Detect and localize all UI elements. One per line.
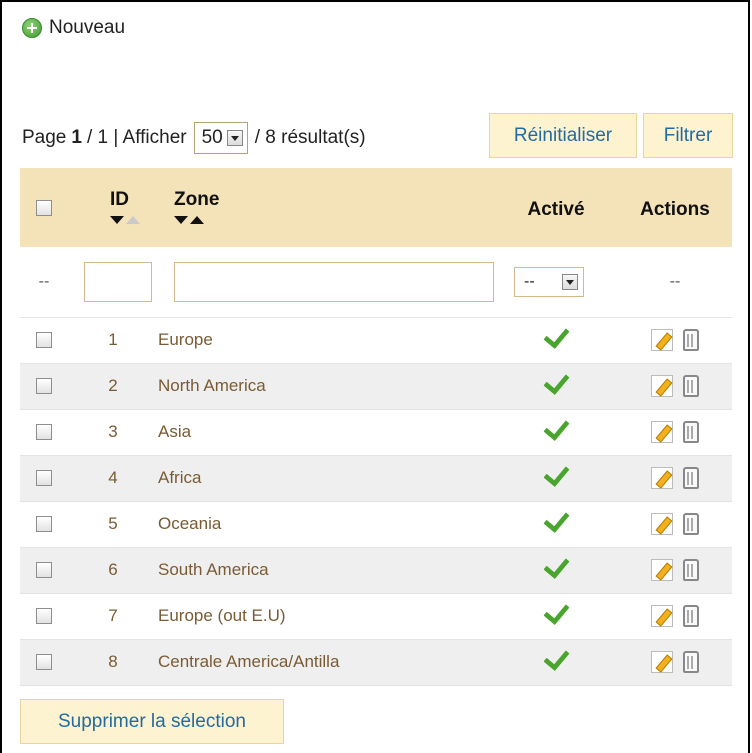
row-zone[interactable]: Africa [158,455,494,501]
checkmark-icon[interactable] [542,551,570,580]
checkmark-icon[interactable] [542,367,570,396]
header-select-all-cell [20,168,68,247]
row-id: 3 [108,422,118,441]
row-checkbox[interactable] [36,654,52,670]
row-zone[interactable]: Oceania [158,501,494,547]
row-id: 1 [108,330,118,349]
header-zone: Zone [158,168,494,247]
id-filter-input[interactable] [84,261,152,302]
chevron-down-icon[interactable] [226,130,243,146]
row-checkbox[interactable] [36,332,52,348]
pencil-icon[interactable] [651,467,673,489]
zones-table: ID Zone Activé Actions -- -- -- 1 Europe… [20,168,732,686]
row-id: 5 [108,514,118,533]
table-row[interactable]: 2 North America [20,363,732,409]
sort-asc-icon[interactable] [126,216,140,224]
table-row[interactable]: 6 South America [20,547,732,593]
filter-actions-placeholder: -- [669,272,681,290]
trash-icon[interactable] [683,375,699,397]
row-zone[interactable]: North America [158,363,494,409]
pencil-icon[interactable] [651,513,673,535]
row-id: 2 [108,376,118,395]
table-row[interactable]: 5 Oceania [20,501,732,547]
checkmark-icon[interactable] [542,321,570,350]
header-actions: Actions [640,198,710,220]
trash-icon[interactable] [683,329,699,351]
row-checkbox[interactable] [36,424,52,440]
row-checkbox[interactable] [36,516,52,532]
row-checkbox[interactable] [36,608,52,624]
delete-selection-button[interactable]: Supprimer la sélection [20,699,284,744]
select-all-checkbox[interactable] [36,199,52,216]
header-id-label: ID [110,189,129,210]
pagination-bar: Page 1 / 1 | Afficher 50 / 8 résultat(s) [22,122,366,154]
sort-asc-icon[interactable] [190,216,204,224]
trash-icon[interactable] [683,467,699,489]
pencil-icon[interactable] [651,559,673,581]
row-id: 6 [108,560,118,579]
row-id: 4 [108,468,118,487]
row-zone[interactable]: South America [158,547,494,593]
filter-button[interactable]: Filtrer [643,113,733,158]
trash-icon[interactable] [683,651,699,673]
checkmark-icon[interactable] [542,413,570,442]
table-row[interactable]: 7 Europe (out E.U) [20,593,732,639]
header-active: Activé [527,198,585,220]
pencil-icon[interactable] [651,329,673,351]
current-page: 1 [71,127,82,148]
row-checkbox[interactable] [36,470,52,486]
trash-icon[interactable] [683,559,699,581]
filter-check-placeholder: -- [38,272,50,290]
active-filter-value: -- [524,272,535,290]
pencil-icon[interactable] [651,605,673,627]
plus-circle-icon [22,18,42,38]
trash-icon[interactable] [683,421,699,443]
pencil-icon[interactable] [651,375,673,397]
table-row[interactable]: 8 Centrale America/Antilla [20,639,732,685]
header-zone-label: Zone [174,189,220,210]
row-id: 8 [108,652,118,671]
checkmark-icon[interactable] [542,459,570,488]
active-filter-select[interactable]: -- [514,266,584,297]
table-row[interactable]: 1 Europe [20,317,732,363]
trash-icon[interactable] [683,605,699,627]
row-zone[interactable]: Europe [158,317,494,363]
pencil-icon[interactable] [651,421,673,443]
reset-button[interactable]: Réinitialiser [489,113,637,158]
checkmark-icon[interactable] [542,597,570,626]
results-count: / 8 résultat(s) [254,127,366,148]
new-zone-link[interactable]: Nouveau [22,17,125,39]
page-prefix: Page [22,127,67,148]
row-id: 7 [108,606,118,625]
trash-icon[interactable] [683,513,699,535]
row-zone[interactable]: Centrale America/Antilla [158,639,494,685]
table-header-row: ID Zone Activé Actions [20,168,732,247]
chevron-down-icon[interactable] [562,273,578,290]
table-row[interactable]: 4 Africa [20,455,732,501]
row-zone[interactable]: Asia [158,409,494,455]
checkmark-icon[interactable] [542,643,570,672]
sort-desc-icon[interactable] [174,216,188,224]
pencil-icon[interactable] [651,651,673,673]
new-label: Nouveau [49,17,126,38]
row-checkbox[interactable] [36,378,52,394]
row-zone[interactable]: Europe (out E.U) [158,593,494,639]
per-page-select[interactable]: 50 [193,122,248,154]
table-row[interactable]: 3 Asia [20,409,732,455]
filter-row: -- -- -- [20,247,732,317]
checkmark-icon[interactable] [542,505,570,534]
sort-desc-icon[interactable] [110,216,124,224]
header-id: ID [68,168,158,247]
zone-filter-input[interactable] [174,261,494,302]
page-total-text: / 1 | Afficher [86,127,187,148]
per-page-value: 50 [201,127,223,148]
row-checkbox[interactable] [36,562,52,578]
